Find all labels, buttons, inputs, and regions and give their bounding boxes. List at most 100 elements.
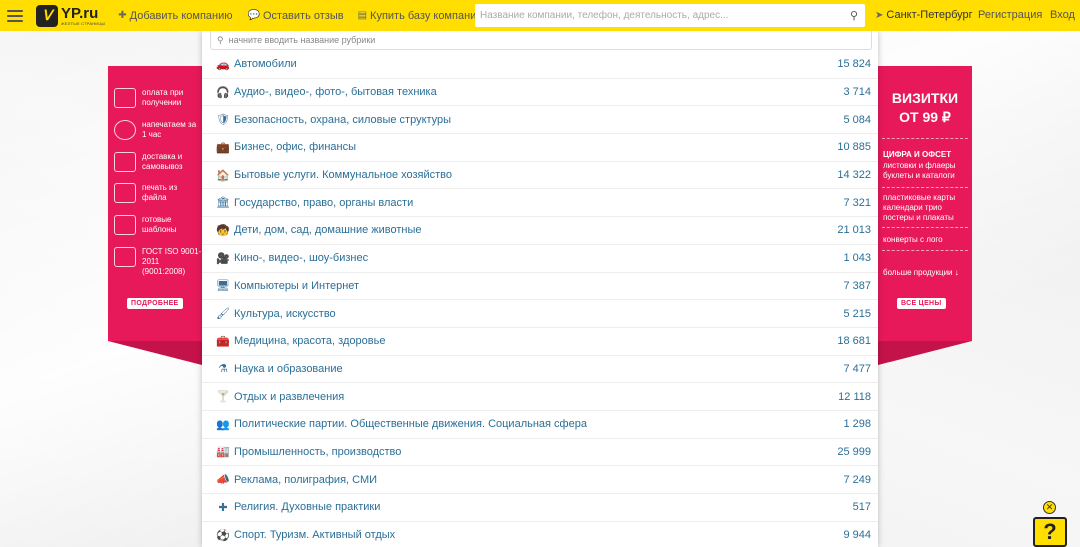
buy-base-link[interactable]: ▤ Купить базу компаний xyxy=(358,10,483,22)
register-link[interactable]: Регистрация xyxy=(978,9,1042,21)
rubric-count: 9 944 xyxy=(843,529,871,542)
rubric-name[interactable]: Промышленность, производство xyxy=(234,446,837,458)
child-icon: 🧒 xyxy=(216,224,230,237)
promo-banner-left[interactable]: оплата при получении напечатаем за 1 час… xyxy=(108,66,202,365)
comment-icon: 💬 xyxy=(247,10,260,21)
rubric-list: 🚗 Автомобили 15 824 🎧 Аудио-, видео-, фото-,… xyxy=(202,51,878,547)
rubric-row[interactable]: 🏭 Промышленность, производство 25 999 xyxy=(202,439,878,467)
headphones-icon: 🎧 xyxy=(216,86,230,99)
rubric-count: 15 824 xyxy=(837,58,871,71)
promo-prices-button[interactable]: ВСЕ ЦЕНЫ xyxy=(897,298,946,309)
rubric-row[interactable]: ⚽ Спорт. Туризм. Активный отдых 9 944 xyxy=(202,522,878,547)
promo-feature: готовые шаблоны xyxy=(114,215,202,235)
monitor-icon: 🖥 xyxy=(216,280,230,293)
rubric-count: 517 xyxy=(852,501,871,514)
menu-icon[interactable] xyxy=(7,9,23,22)
rubric-name[interactable]: Компьютеры и Интернет xyxy=(234,280,843,292)
car-icon: 🚗 xyxy=(216,58,230,71)
search-input[interactable] xyxy=(475,4,843,27)
rubric-name[interactable]: Бытовые услуги. Коммунальное хозяйство xyxy=(234,169,837,181)
rubric-row[interactable]: 🚗 Автомобили 15 824 xyxy=(202,51,878,79)
rubric-count: 10 885 xyxy=(837,141,871,154)
promo-more-link[interactable]: больше продукции ↓ xyxy=(883,268,959,278)
logo[interactable]: Ⅴ YP.ru ЖЕЛТЫЕ СТРАНИЦЫ xyxy=(36,4,105,27)
promo-line: буклеты и каталоги xyxy=(883,171,955,180)
rubric-name[interactable]: Политические партии. Общественные движен… xyxy=(234,418,843,430)
promo-feature: ГОСТ ISO 9001-2011 (9001:2008) xyxy=(114,247,202,277)
search-icon[interactable]: ⚲ xyxy=(843,9,865,22)
rubric-count: 21 013 xyxy=(837,224,871,237)
cross-icon: ✚ xyxy=(218,501,228,514)
rubric-row[interactable]: ✚ Религия. Духовные практики 517 xyxy=(202,494,878,522)
rubric-name[interactable]: Безопасность, охрана, силовые структуры xyxy=(234,114,843,126)
rubric-count: 1 298 xyxy=(843,418,871,431)
truck-icon xyxy=(114,152,136,172)
promo-price: ОТ 99 ₽ xyxy=(899,109,951,125)
rubric-row[interactable]: 💼 Бизнес, офис, финансы 10 885 xyxy=(202,134,878,162)
rubric-name[interactable]: Наука и образование xyxy=(234,363,843,375)
video-camera-icon: 🎥 xyxy=(216,252,230,265)
divider xyxy=(882,138,968,139)
promo-feature: печать из файла xyxy=(114,183,202,203)
rubric-count: 1 043 xyxy=(843,252,871,265)
rubric-name[interactable]: Религия. Духовные практики xyxy=(234,501,853,513)
rubric-search-input[interactable] xyxy=(228,35,871,45)
rubric-row[interactable]: 🧰 Медицина, красота, здоровье 18 681 xyxy=(202,328,878,356)
rubric-name[interactable]: Бизнес, офис, финансы xyxy=(234,141,837,153)
rubric-name[interactable]: Дети, дом, сад, домашние животные xyxy=(234,224,837,236)
city-selector[interactable]: ➤ Санкт-Петербург xyxy=(875,9,973,21)
rubric-row[interactable]: 📣 Реклама, полиграфия, СМИ 7 249 xyxy=(202,466,878,494)
rubric-search: ⚲ xyxy=(210,31,872,50)
rubric-count: 7 249 xyxy=(843,473,871,486)
rubric-name[interactable]: Реклама, полиграфия, СМИ xyxy=(234,474,843,486)
banner-tail xyxy=(878,341,972,365)
building-icon: 🏛 xyxy=(216,197,230,210)
promo-feature: оплата при получении xyxy=(114,88,202,108)
rubric-row[interactable]: 🧒 Дети, дом, сад, домашние животные 21 013 xyxy=(202,217,878,245)
rubric-row[interactable]: 🛡 Безопасность, охрана, силовые структуры… xyxy=(202,106,878,135)
rubric-name[interactable]: Отдых и развлечения xyxy=(234,391,838,403)
file-icon xyxy=(114,183,136,203)
rubric-name[interactable]: Кино-, видео-, шоу-бизнес xyxy=(234,252,843,264)
promo-more-button[interactable]: ПОДРОБНЕЕ xyxy=(127,298,183,309)
rubric-dropdown: ⚲ 🚗 Автомобили15 824 🎧 Аудио-, видео-, фото… xyxy=(202,31,878,547)
promo-feature: напечатаем за 1 час xyxy=(114,120,202,140)
rubric-row[interactable]: 🏛 Государство, право, органы власти 7 321 xyxy=(202,189,878,218)
rubric-name[interactable]: Аудио-, видео-, фото-, бытовая техника xyxy=(234,86,843,98)
rubric-row[interactable]: ⚗ Наука и образование 7 477 xyxy=(202,356,878,384)
close-icon[interactable]: ✕ xyxy=(1043,501,1056,514)
promo-line: конверты с лого xyxy=(883,235,943,244)
rubric-name[interactable]: Государство, право, органы власти xyxy=(234,197,843,209)
rubric-count: 7 387 xyxy=(843,279,871,292)
rubric-row[interactable]: 🖥 Компьютеры и Интернет 7 387 xyxy=(202,273,878,301)
divider xyxy=(882,227,968,228)
database-icon: ▤ xyxy=(357,10,368,21)
rubric-count: 18 681 xyxy=(837,335,871,348)
wallet-icon xyxy=(114,88,136,108)
promo-banner-right[interactable]: ВИЗИТКИ ОТ 99 ₽ ЦИФРА И ОФСЕТ листовки и… xyxy=(878,66,972,365)
factory-icon: 🏭 xyxy=(216,446,230,459)
banner-tail xyxy=(108,341,202,365)
rubric-name[interactable]: Медицина, красота, здоровье xyxy=(234,335,837,347)
promo-line: листовки и флаеры xyxy=(883,161,956,170)
rubric-row[interactable]: 👥 Политические партии. Общественные движе… xyxy=(202,411,878,439)
add-company-link[interactable]: ✚ Добавить компанию xyxy=(118,10,232,22)
rubric-name[interactable]: Культура, искусство xyxy=(234,308,843,320)
rubric-count: 14 322 xyxy=(837,169,871,182)
football-icon: ⚽ xyxy=(216,529,230,542)
rubric-row[interactable]: 🎥 Кино-, видео-, шоу-бизнес 1 043 xyxy=(202,245,878,273)
rubric-row[interactable]: 🎧 Аудио-, видео-, фото-, бытовая техника 3… xyxy=(202,79,878,107)
promo-line: календари трио xyxy=(883,203,942,212)
rubric-name[interactable]: Автомобили xyxy=(234,58,837,70)
leave-review-link[interactable]: 💬 Оставить отзыв xyxy=(248,10,344,22)
rubric-name[interactable]: Спорт. Туризм. Активный отдых xyxy=(234,529,843,541)
rubric-row[interactable]: 🏠 Бытовые услуги. Коммунальное хозяйство 1… xyxy=(202,162,878,190)
briefcase-icon: 💼 xyxy=(216,141,230,154)
rubric-row[interactable]: 🖌 Культура, искусство 5 215 xyxy=(202,300,878,328)
home-icon: 🏠 xyxy=(216,169,230,182)
help-button[interactable]: ? xyxy=(1033,517,1067,547)
header: Ⅴ YP.ru ЖЕЛТЫЕ СТРАНИЦЫ ✚ Добавить компан… xyxy=(0,0,1080,31)
rubric-row[interactable]: 🍸 Отдых и развлечения 12 118 xyxy=(202,383,878,411)
login-link[interactable]: Вход xyxy=(1050,9,1075,21)
divider xyxy=(882,250,968,251)
